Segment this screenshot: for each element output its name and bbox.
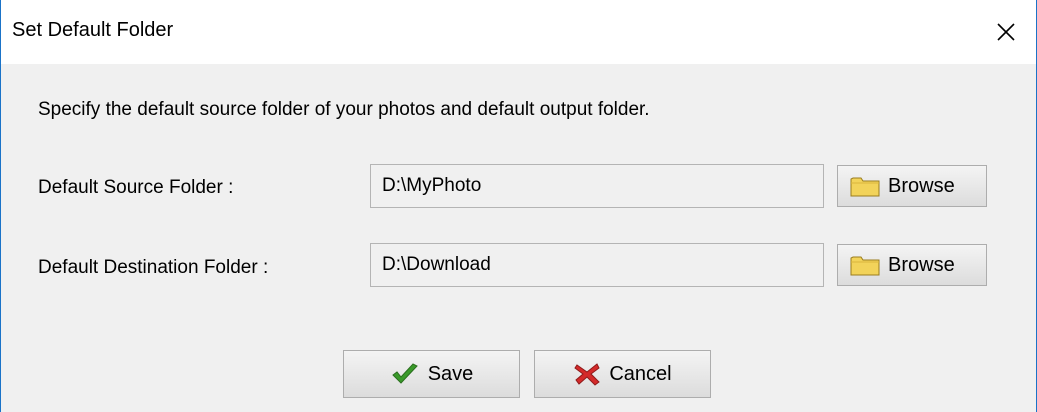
window-title: Set Default Folder (12, 19, 174, 41)
close-button[interactable] (976, 0, 1036, 64)
folder-icon (850, 256, 880, 276)
dialog-window: Set Default Folder Specify the default s… (0, 0, 1037, 412)
title-bar[interactable]: Set Default Folder (1, 0, 1036, 64)
browse-source-button[interactable]: Browse (837, 165, 987, 207)
dialog-content: Specify the default source folder of you… (1, 64, 1036, 412)
instruction-text: Specify the default source folder of you… (38, 99, 650, 120)
source-folder-label: Default Source Folder : (38, 177, 234, 198)
checkmark-icon (391, 363, 418, 384)
red-x-icon (574, 363, 601, 386)
save-label: Save (427, 362, 474, 385)
save-button[interactable]: Save (343, 350, 520, 398)
browse-destination-label: Browse (888, 253, 955, 276)
browse-destination-button[interactable]: Browse (837, 244, 987, 286)
destination-folder-field[interactable] (370, 243, 824, 287)
close-icon (997, 23, 1015, 41)
cancel-button[interactable]: Cancel (534, 350, 711, 398)
folder-icon (850, 177, 880, 197)
cancel-label: Cancel (609, 362, 672, 385)
browse-source-label: Browse (888, 174, 955, 197)
source-folder-field[interactable] (370, 164, 824, 208)
destination-folder-label: Default Destination Folder : (38, 257, 269, 278)
